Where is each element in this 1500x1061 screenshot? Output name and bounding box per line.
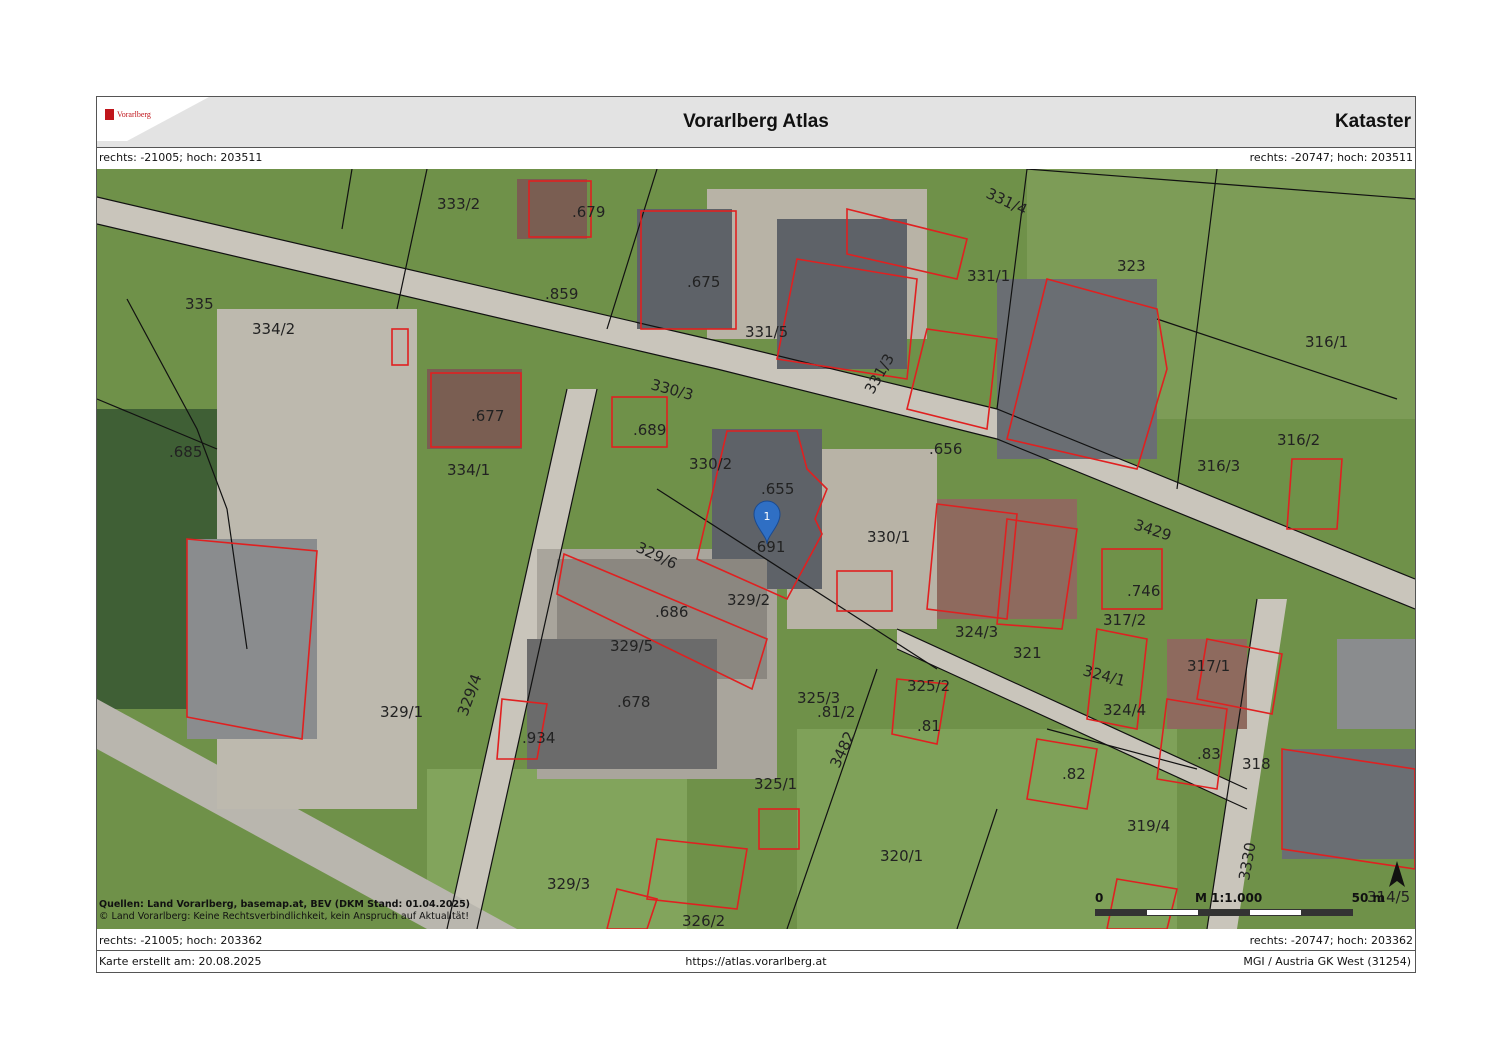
parcel-label: 319/4 <box>1127 817 1170 835</box>
marker-label: 1 <box>764 510 771 523</box>
parcel-label: .677 <box>471 407 504 425</box>
parcel-label: 330/1 <box>867 528 910 546</box>
sources-line-1: Quellen: Land Vorarlberg, basemap.at, BE… <box>99 899 471 910</box>
parcel-label: .81 <box>917 717 941 735</box>
parcel-label: .685 <box>169 443 202 461</box>
map-sources: Quellen: Land Vorarlberg, basemap.at, BE… <box>99 899 470 923</box>
parcel-label: .675 <box>687 273 720 291</box>
parcel-label: 326/2 <box>682 912 725 929</box>
parcel-label: .82 <box>1062 765 1086 783</box>
parcel-label: 330/2 <box>689 455 732 473</box>
atlas-link[interactable]: https://atlas.vorarlberg.at <box>97 955 1415 968</box>
parcel-label: 329/2 <box>727 591 770 609</box>
map-sheet: Vorarlberg Vorarlberg Atlas Kataster rec… <box>96 96 1416 973</box>
parcel-label: .746 <box>1127 582 1160 600</box>
parcel-label: .686 <box>655 603 688 621</box>
parcel-label: 329/1 <box>380 703 423 721</box>
parcel-label: 316/1 <box>1305 333 1348 351</box>
parcel-label: 321 <box>1013 644 1042 662</box>
coord-top-left: rechts: -21005; hoch: 203511 <box>99 151 263 164</box>
parcel-label: 329/3 <box>547 875 590 893</box>
parcel-label: 318 <box>1242 755 1271 773</box>
scale-ratio: M 1:1.000 <box>1195 891 1263 905</box>
parcel-label: .678 <box>617 693 650 711</box>
top-coordinates: rechts: -21005; hoch: 203511 rechts: -20… <box>97 148 1415 168</box>
parcel-label: 331/1 <box>967 267 1010 285</box>
parcel-label: 329/5 <box>610 637 653 655</box>
map-title: Vorarlberg Atlas <box>683 111 829 132</box>
parcel-label: .655 <box>761 480 794 498</box>
scale-bar: 0 M 1:1.000 50 m <box>1095 891 1385 921</box>
parcel-label: 323 <box>1117 257 1146 275</box>
scale-zero: 0 <box>1095 891 1104 905</box>
parcel-label: 325/1 <box>754 775 797 793</box>
parcel-label: 325/2 <box>907 677 950 695</box>
parcel-label: 324/3 <box>955 623 998 641</box>
parcel-label: 317/2 <box>1103 611 1146 629</box>
parcel-label: .859 <box>545 285 578 303</box>
parcel-label: 324/4 <box>1103 701 1146 719</box>
parcel-label: 334/1 <box>447 461 490 479</box>
parcel-label: .691 <box>752 538 785 556</box>
parcel-label: 335 <box>185 295 214 313</box>
map-header: Vorarlberg Vorarlberg Atlas Kataster <box>97 97 1415 148</box>
coord-top-right: rechts: -20747; hoch: 203511 <box>1249 151 1413 164</box>
coordinate-system: MGI / Austria GK West (31254) <box>1243 955 1411 968</box>
parcel-label: .83 <box>1197 745 1221 763</box>
scale-end: 50 m <box>1351 891 1385 905</box>
parcel-label: 317/1 <box>1187 657 1230 675</box>
scale-graphic <box>1095 909 1353 916</box>
cadastre-map[interactable]: 333/2.679 331/4.675.859 335 334/2 331/5 331/1… <box>97 169 1415 929</box>
parcel-label: 334/2 <box>252 320 295 338</box>
sources-line-2: © Land Vorarlberg: Keine Rechtsverbindli… <box>99 911 470 922</box>
parcel-label: 316/2 <box>1277 431 1320 449</box>
parcel-label: .81/2 <box>817 703 855 721</box>
map-footer: Karte erstellt am: 20.08.2025 https://at… <box>97 950 1415 972</box>
coord-bottom-left: rechts: -21005; hoch: 203362 <box>99 934 263 947</box>
map-type-label: Kataster <box>1334 111 1411 132</box>
parcel-label: 316/3 <box>1197 457 1240 475</box>
parcel-label: 331/5 <box>745 323 788 341</box>
parcel-label: .656 <box>929 440 962 458</box>
parcel-label: 333/2 <box>437 195 480 213</box>
parcel-label: .679 <box>572 203 605 221</box>
parcel-label: .689 <box>633 421 666 439</box>
parcel-label: .934 <box>522 729 555 747</box>
bottom-coordinates: rechts: -21005; hoch: 203362 rechts: -20… <box>97 931 1415 951</box>
coord-bottom-right: rechts: -20747; hoch: 203362 <box>1249 934 1413 947</box>
parcel-label: 320/1 <box>880 847 923 865</box>
